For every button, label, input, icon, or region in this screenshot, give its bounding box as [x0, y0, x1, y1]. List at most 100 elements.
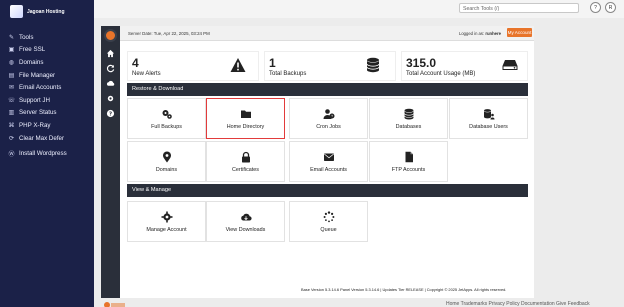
sidebar-item-label: Free SSL	[19, 46, 46, 54]
tile-label: Domains	[155, 166, 178, 173]
version-footer: Base Version 5.3.14.6 Panel Version 5.3.…	[301, 287, 507, 292]
logged-in-user: runhere	[485, 31, 501, 36]
stat-total-account-usage[interactable]: 315.0 Total Account Usage (MB)	[401, 51, 528, 81]
tile-label: Database Users	[469, 123, 508, 130]
gear-icon[interactable]	[105, 94, 116, 105]
tile-database-users[interactable]: Database Users	[449, 98, 528, 139]
stat-value: 4	[132, 56, 139, 70]
user-clock-icon	[323, 108, 334, 119]
cpanel-header: Server Date: Tue, Apr 22, 2025, 03:24 PM…	[120, 26, 534, 41]
stat-label: Total Account Usage (MB)	[406, 71, 476, 77]
envelope-icon	[323, 153, 334, 161]
sidebar-item-label: Tools	[19, 33, 34, 41]
sidebar-item-label: Server Status	[19, 109, 57, 117]
wordpress-icon: Ⓦ	[8, 152, 15, 159]
tile-label: View Downloads	[225, 226, 266, 233]
tile-label: Databases	[395, 123, 422, 130]
sidebar-item-file-manager[interactable]: ▤ File Manager	[0, 69, 94, 82]
sidebar-item-server-status[interactable]: ▥ Server Status	[0, 107, 94, 120]
stat-label: Total Backups	[269, 71, 307, 77]
cpanel-frame: ? Server Date: Tue, Apr 22, 2025, 03:24 …	[101, 26, 534, 298]
lock-icon	[241, 151, 250, 162]
file-icon: ▤	[8, 72, 15, 79]
section-restore-download: Restore & Download	[127, 83, 528, 96]
gear-cloud-icon	[162, 109, 172, 119]
sidebar-item-label: Clear Max Defer	[19, 134, 65, 142]
svg-text:?: ?	[109, 112, 112, 118]
help-button[interactable]: ?	[590, 2, 601, 13]
search-input[interactable]: Search Tools (/)	[459, 3, 579, 13]
map-pin-icon	[162, 151, 171, 162]
support-icon: ☏	[7, 97, 16, 104]
footer-links[interactable]: Home Trademarks Privacy Policy Documenta…	[446, 301, 590, 307]
sidebar-item-free-ssl[interactable]: ▣ Free SSL	[0, 44, 94, 57]
tile-label: Email Accounts	[310, 166, 347, 173]
sidebar-item-email-accounts[interactable]: ✉ Email Accounts	[0, 81, 94, 94]
logged-in-text: Logged in as: runhere	[459, 31, 501, 36]
tile-domains[interactable]: Domains	[127, 141, 206, 182]
stat-value: 1	[269, 56, 276, 70]
home-icon[interactable]	[105, 49, 116, 60]
icon-rail: ?	[101, 26, 120, 298]
clear-icon: ⟳	[8, 135, 15, 142]
sidebar-item-label: PHP X-Ray	[19, 121, 51, 129]
hard-drive-icon	[502, 60, 518, 70]
database-icon	[366, 57, 380, 73]
top-bar: Search Tools (/) ? R	[94, 0, 624, 18]
tile-certificates[interactable]: Certificates	[206, 141, 285, 182]
bottom-strip: Home Trademarks Privacy Policy Documenta…	[94, 298, 624, 307]
sidebar-item-clear-max-defer[interactable]: ⟳ Clear Max Defer	[0, 132, 94, 145]
spinner-icon	[323, 210, 334, 222]
tile-ftp-accounts[interactable]: FTP Accounts	[369, 141, 448, 182]
brand-logo[interactable]: Jagoan Hosting	[10, 5, 67, 18]
sidebar-nav: ✎ Tools ▣ Free SSL ◍ Domains ▤ File Manager …	[0, 31, 94, 160]
tile-label: Queue	[320, 226, 337, 233]
sidebar-item-domains[interactable]: ◍ Domains	[0, 56, 94, 69]
sidebar-item-label: Support JH	[19, 96, 50, 104]
stat-value: 315.0	[406, 56, 437, 70]
sidebar-item-support[interactable]: ☏ Support JH	[0, 94, 94, 107]
sidebar-item-tools[interactable]: ✎ Tools	[0, 31, 94, 44]
stat-total-backups[interactable]: 1 Total Backups	[264, 51, 396, 81]
tile-home-directory[interactable]: Home Directory	[206, 98, 285, 139]
cloud-download-icon[interactable]	[105, 79, 116, 90]
server-date: Server Date: Tue, Apr 22, 2025, 03:24 PM	[128, 31, 210, 36]
tile-email-accounts[interactable]: Email Accounts	[289, 141, 368, 182]
tile-label: FTP Accounts	[391, 166, 426, 173]
sidebar-item-label: Install Wordpress	[19, 150, 67, 158]
email-icon: ✉	[8, 85, 15, 92]
alert-triangle-icon	[230, 58, 246, 72]
sidebar-item-install-wordpress[interactable]: Ⓦ Install Wordpress	[0, 147, 94, 160]
globe-icon: ◍	[8, 59, 15, 66]
user-menu-button[interactable]: R	[605, 2, 616, 13]
database-icon	[403, 108, 414, 119]
cpanel-logo-icon[interactable]	[104, 29, 117, 42]
sidebar-item-label: Email Accounts	[19, 84, 62, 92]
sidebar-item-label: File Manager	[19, 71, 56, 79]
stat-label: New Alerts	[132, 71, 161, 77]
php-icon: ⌘	[8, 122, 15, 129]
sidebar-item-label: Domains	[19, 58, 44, 66]
tile-label: Cron Jobs	[316, 123, 341, 130]
refresh-icon[interactable]	[105, 64, 116, 75]
tile-manage-account[interactable]: Manage Account	[127, 201, 206, 242]
tile-queue[interactable]: Queue	[289, 201, 368, 242]
wrench-icon: ✎	[8, 34, 15, 41]
brand-icon	[10, 5, 23, 18]
tile-cron-jobs[interactable]: Cron Jobs	[289, 98, 368, 139]
lock-icon: ▣	[8, 47, 15, 54]
section-view-manage: View & Manage	[127, 184, 528, 197]
tile-full-backups[interactable]: Full Backups	[127, 98, 206, 139]
stat-new-alerts[interactable]: 4 New Alerts	[127, 51, 259, 81]
tile-databases[interactable]: Databases	[369, 98, 448, 139]
tile-view-downloads[interactable]: View Downloads	[206, 201, 285, 242]
sidebar: Jagoan Hosting ✎ Tools ▣ Free SSL ◍ Domains…	[0, 0, 94, 307]
gear-icon	[161, 211, 172, 222]
my-account-button[interactable]: My Account	[507, 28, 532, 37]
folder-icon	[240, 110, 251, 118]
brand-name: Jagoan Hosting	[27, 8, 65, 15]
sidebar-item-php-xray[interactable]: ⌘ PHP X-Ray	[0, 119, 94, 132]
help-icon[interactable]: ?	[105, 109, 116, 120]
tile-label: Home Directory	[226, 123, 265, 130]
file-icon	[405, 151, 413, 162]
